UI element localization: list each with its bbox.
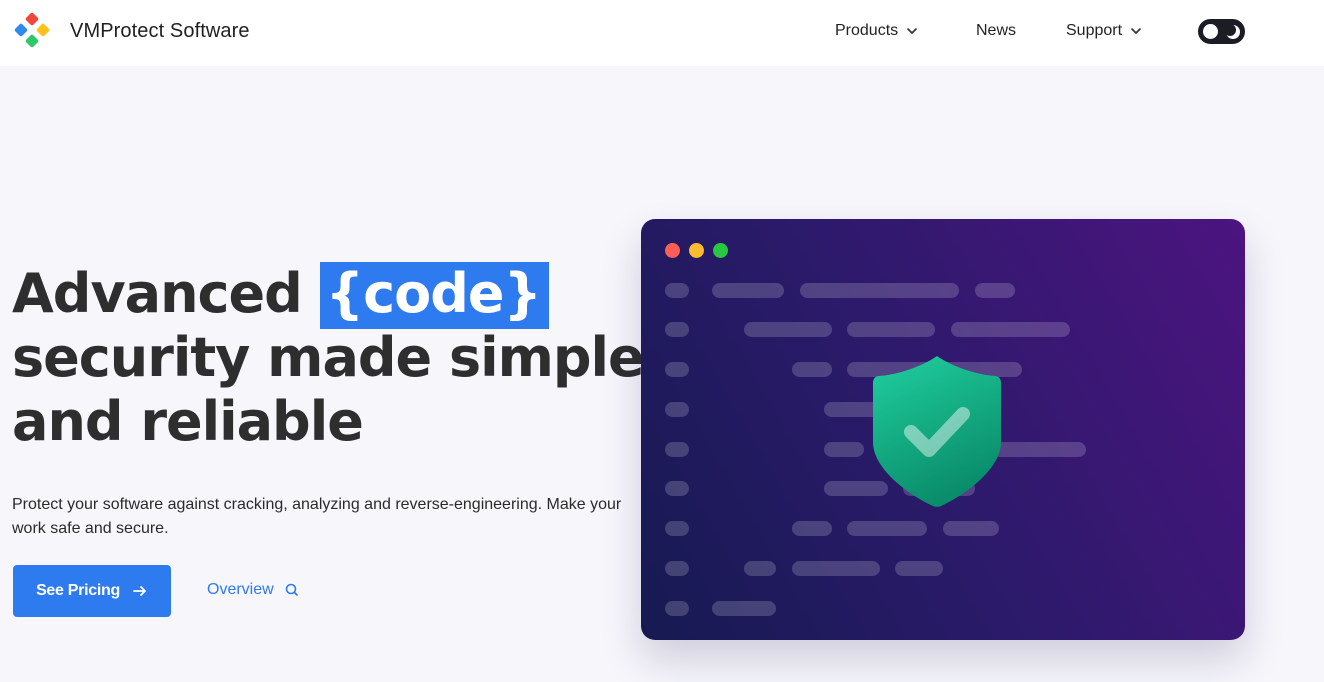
- code-token: [712, 283, 784, 298]
- search-icon: [285, 583, 298, 596]
- brand-name[interactable]: VMProtect Software: [70, 20, 250, 43]
- nav-support[interactable]: Support: [1066, 22, 1142, 40]
- code-token: [975, 283, 1015, 298]
- nav-news-label: News: [976, 22, 1017, 39]
- arrow-right-icon: [133, 586, 146, 596]
- code-token: [712, 601, 776, 616]
- headline-line-1: Advanced {code}: [12, 262, 644, 329]
- code-token: [943, 521, 999, 536]
- code-line-number: [665, 402, 689, 417]
- hero-headline: Advanced {code} security made simple and…: [12, 262, 645, 454]
- code-window-illustration: [641, 219, 1245, 640]
- code-line-number: [665, 521, 689, 536]
- headline-line-2: security made simple: [12, 326, 645, 389]
- overview-label: Overview: [207, 581, 274, 598]
- code-token: [824, 442, 864, 457]
- window-dot-yellow: [689, 243, 704, 258]
- moon-icon: [1224, 24, 1240, 39]
- nav-products[interactable]: Products: [835, 22, 918, 40]
- vmprotect-logo-icon[interactable]: [14, 13, 50, 49]
- overview-link[interactable]: Overview: [207, 581, 300, 599]
- code-token: [800, 283, 959, 298]
- code-line-number: [665, 362, 689, 377]
- nav-support-label: Support: [1066, 22, 1123, 39]
- code-token: [847, 521, 927, 536]
- window-dot-green: [713, 243, 728, 258]
- code-token: [847, 322, 935, 337]
- code-line-number: [665, 283, 689, 298]
- headline-code-highlight: {code}: [319, 262, 549, 329]
- code-token: [744, 561, 776, 576]
- chevron-down-icon: [1131, 28, 1141, 34]
- nav-news[interactable]: News: [976, 22, 1016, 40]
- theme-toggle[interactable]: [1198, 19, 1245, 44]
- code-line-number: [665, 561, 689, 576]
- code-token: [951, 322, 1070, 337]
- code-token: [792, 362, 832, 377]
- code-line-number: [665, 601, 689, 616]
- chevron-down-icon: [907, 28, 917, 34]
- toggle-knob: [1203, 24, 1218, 39]
- code-token: [792, 561, 880, 576]
- code-token: [792, 521, 832, 536]
- site-header: VMProtect Software Products News Support: [0, 0, 1324, 66]
- see-pricing-label: See Pricing: [36, 582, 120, 599]
- hero-description: Protect your software against cracking, …: [12, 496, 622, 537]
- window-dot-red: [665, 243, 680, 258]
- code-token: [991, 442, 1086, 457]
- code-line-number: [665, 322, 689, 337]
- nav-products-label: Products: [835, 22, 899, 39]
- code-token: [895, 561, 943, 576]
- code-token: [744, 322, 832, 337]
- headline-prefix: Advanced: [12, 262, 303, 325]
- headline-line-3: and reliable: [12, 390, 364, 453]
- shield-check-icon: [873, 356, 1001, 507]
- see-pricing-button[interactable]: See Pricing: [13, 565, 171, 617]
- code-line-number: [665, 442, 689, 457]
- code-line-number: [665, 481, 689, 496]
